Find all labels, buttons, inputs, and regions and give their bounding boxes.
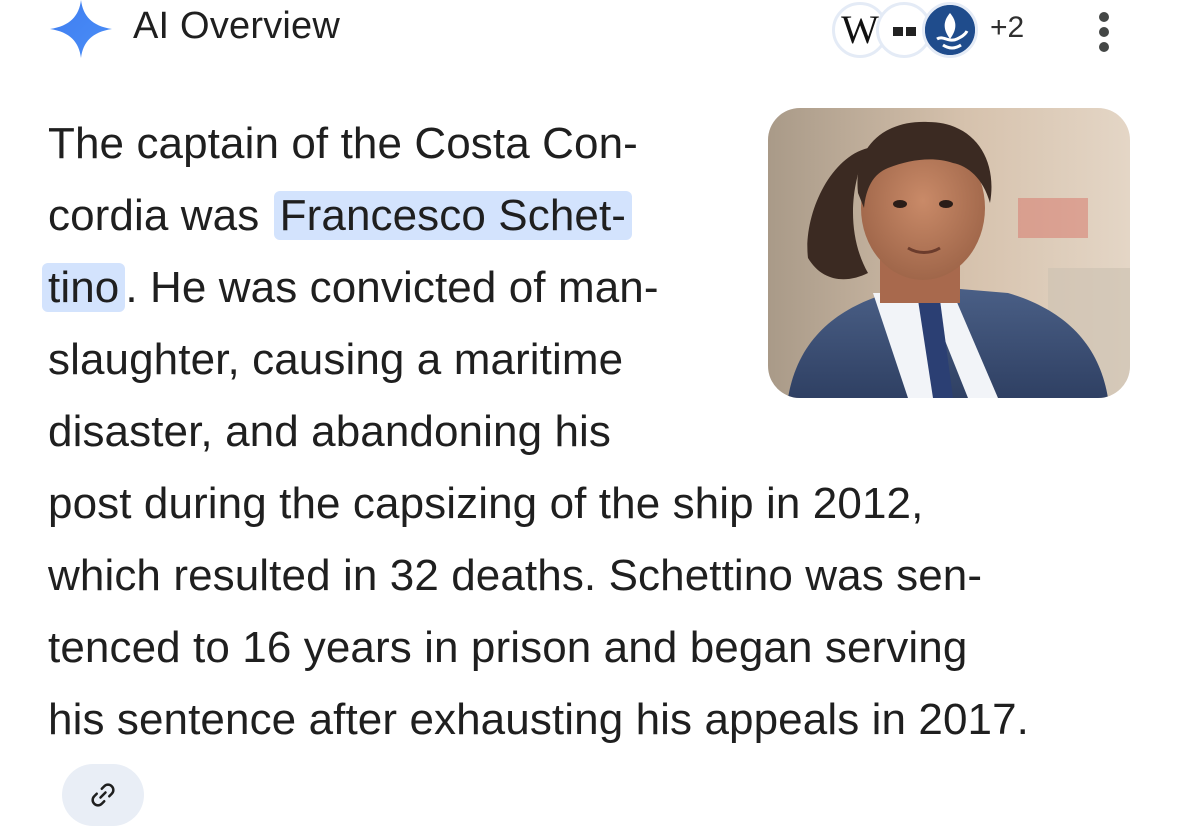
answer-line-6: post during the capsizing of the ship in… (48, 479, 924, 528)
portrait-image[interactable] (768, 108, 1130, 398)
entity-highlight[interactable]: tino (42, 263, 126, 312)
answer-line-4: slaughter, causing a maritime (48, 335, 624, 384)
more-sources-count[interactable]: +2 (990, 10, 1024, 46)
entity-highlight[interactable]: Francesco Schet- (273, 191, 633, 240)
source-seal-icon[interactable] (922, 2, 978, 58)
answer-line-7: which resulted in 32 deaths. Schettino w… (48, 551, 983, 600)
answer-line-9: his sentence after exhausting his appeal… (48, 695, 1029, 744)
answer-line-8: tenced to 16 years in prison and began s… (48, 623, 968, 672)
link-icon (91, 783, 115, 807)
answer-line-1: The captain of the Costa Con- (48, 119, 638, 168)
answer-line-5: disaster, and abandoning his (48, 407, 612, 456)
source-icons[interactable]: W +2 (832, 2, 1042, 60)
ai-overview-title: AI Overview (133, 5, 341, 47)
copy-link-button[interactable] (62, 764, 144, 826)
answer-line-2: cordia was Francesco Schet- (48, 180, 633, 252)
ai-overview-header: AI Overview W +2 (0, 0, 1179, 70)
sparkle-icon (50, 0, 112, 58)
more-vert-icon[interactable] (1090, 8, 1118, 56)
answer-line-3: tino. He was convicted of man- (42, 252, 659, 324)
